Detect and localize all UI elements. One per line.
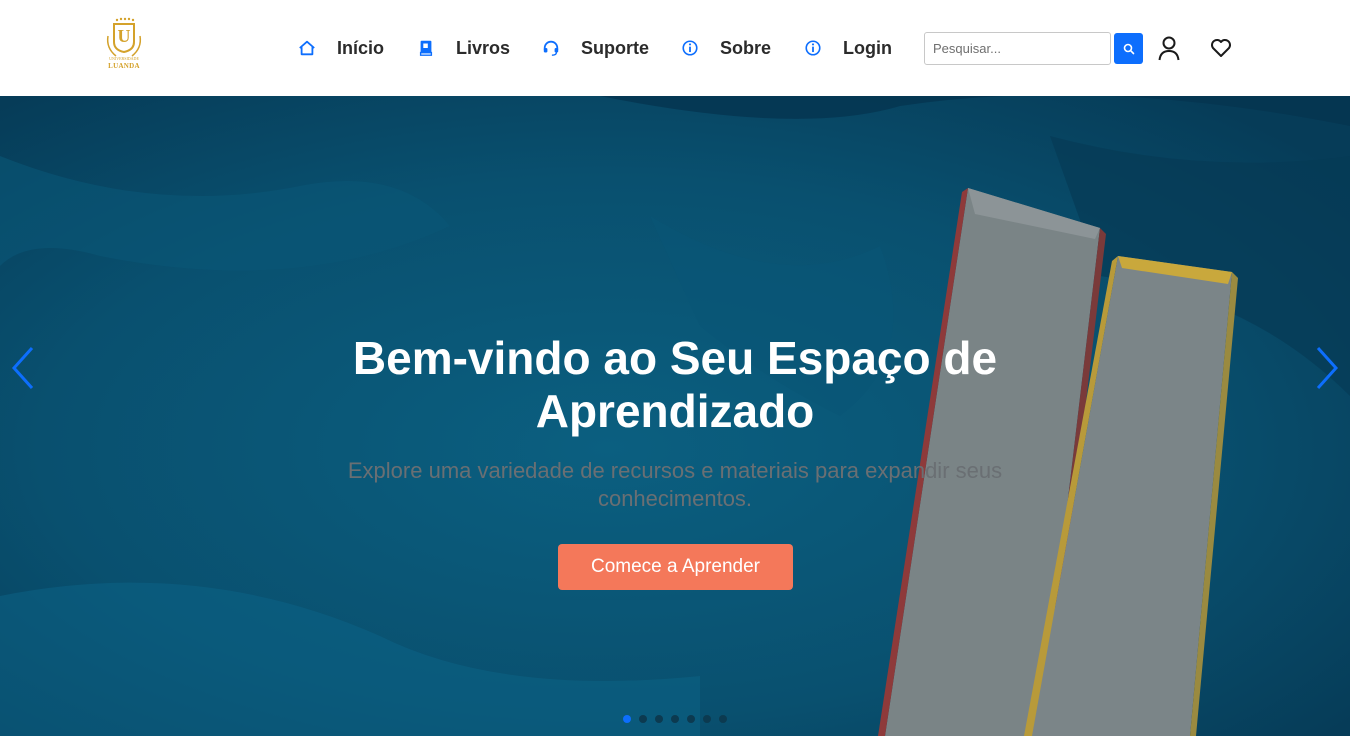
nav-login[interactable]: Login <box>803 34 892 62</box>
hero-title: Bem-vindo ao Seu Espaço de Aprendizado <box>352 332 998 437</box>
logo-subtitle: UNIVERSIDADE <box>109 56 139 61</box>
nav-label-suporte: Suporte <box>581 37 650 58</box>
carousel-dot[interactable] <box>671 715 679 723</box>
carousel-indicators <box>623 715 727 723</box>
carousel-dot[interactable] <box>639 715 647 723</box>
search-button[interactable] <box>1114 33 1143 64</box>
chevron-left-icon <box>11 346 34 390</box>
nav-label-sobre: Sobre <box>720 37 772 58</box>
svg-text:U: U <box>118 26 131 46</box>
book-icon <box>416 38 436 58</box>
info-icon <box>680 38 700 58</box>
user-icon[interactable] <box>1157 35 1181 61</box>
carousel-dot[interactable] <box>655 715 663 723</box>
nav-inicio[interactable]: Início <box>297 34 384 62</box>
hero-subtitle: Explore uma variedade de recursos e mate… <box>347 458 1003 511</box>
nav-sobre[interactable]: Sobre <box>680 34 771 62</box>
chevron-right-icon <box>1316 346 1339 390</box>
logo-name: LUANDA <box>108 62 140 70</box>
info-icon <box>803 38 823 58</box>
nav-suporte[interactable]: Suporte <box>541 34 649 62</box>
heart-icon[interactable] <box>1209 36 1233 60</box>
search-icon <box>1123 43 1134 54</box>
start-learning-button[interactable]: Comece a Aprender <box>558 544 793 590</box>
search-input[interactable] <box>924 32 1111 65</box>
carousel-next-button[interactable] <box>1312 344 1342 392</box>
carousel-dot[interactable] <box>719 715 727 723</box>
headset-icon <box>541 38 561 58</box>
site-header: U UNIVERSIDADE LUANDA Início Livros Supo… <box>0 0 1350 96</box>
carousel-dot[interactable] <box>623 715 631 723</box>
carousel-dot[interactable] <box>687 715 695 723</box>
carousel-dot[interactable] <box>703 715 711 723</box>
nav-label-inicio: Início <box>337 37 385 58</box>
home-icon <box>297 38 317 58</box>
carousel-prev-button[interactable] <box>8 344 38 392</box>
nav-livros[interactable]: Livros <box>416 34 510 62</box>
nav-label-login: Login <box>843 37 892 58</box>
nav-label-livros: Livros <box>456 37 511 58</box>
hero-carousel: Bem-vindo ao Seu Espaço de Aprendizado E… <box>0 96 1350 736</box>
